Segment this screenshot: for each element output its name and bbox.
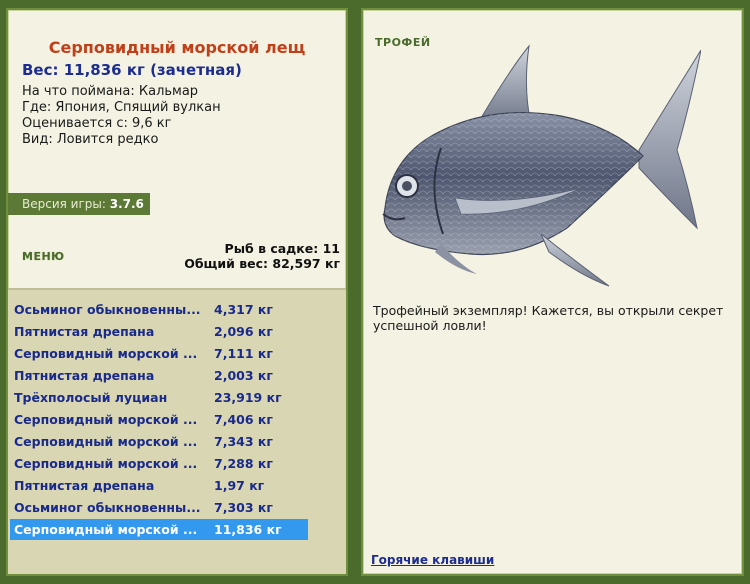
catch-fish-name: Серповидный морской ... [14, 346, 198, 361]
catch-fish-name: Пятнистая дрепана [14, 368, 155, 383]
catch-fish-weight: 7,343 кг [214, 434, 273, 449]
catch-row[interactable]: Пятнистая дрепана 1,97 кг [10, 475, 308, 496]
trophy-panel: ТРОФЕЙ Трофейный экземпляр! Кажется, вы … [361, 8, 744, 576]
catch-fish-weight: 23,919 кг [214, 390, 282, 405]
catch-fish-weight: 11,836 кг [214, 522, 282, 537]
catch-row[interactable]: Серповидный морской ... 7,343 кг [10, 431, 308, 452]
catch-row[interactable]: Осьминог обыкновенны... 7,303 кг [10, 497, 308, 518]
fish-valued-from: Оценивается с: 9,6 кг [22, 116, 172, 131]
catch-row[interactable]: Серповидный морской ... 11,836 кг [10, 519, 308, 540]
catch-row[interactable]: Осьминог обыкновенны... 4,317 кг [10, 299, 308, 320]
menu-button[interactable]: МЕНЮ [22, 250, 65, 263]
catch-list: Осьминог обыкновенны... 4,317 кг Пятнистая… [8, 288, 346, 574]
fish-info-panel: Серповидный морской лещ Вес: 11,836 кг (… [6, 8, 348, 576]
fish-count: Рыб в садке: 11 [224, 241, 340, 256]
fish-weight: Вес: 11,836 кг (зачетная) [22, 61, 242, 79]
hotkeys-link[interactable]: Горячие клавиши [371, 553, 494, 567]
catch-fish-weight: 7,406 кг [214, 412, 273, 427]
catch-fish-name: Осьминог обыкновенны... [14, 500, 201, 515]
trophy-description: Трофейный экземпляр! Кажется, вы открыли… [373, 303, 724, 333]
catch-fish-weight: 7,288 кг [214, 456, 273, 471]
catch-fish-name: Пятнистая дрепана [14, 478, 155, 493]
catch-row[interactable]: Пятнистая дрепана 2,003 кг [10, 365, 308, 386]
catch-fish-weight: 1,97 кг [214, 478, 265, 493]
catch-row[interactable]: Серповидный морской ... 7,288 кг [10, 453, 308, 474]
catch-fish-name: Осьминог обыкновенны... [14, 302, 201, 317]
fish-rarity: Вид: Ловится редко [22, 132, 159, 147]
catch-row[interactable]: Серповидный морской ... 7,111 кг [10, 343, 308, 364]
fish-title: Серповидный морской лещ [48, 38, 306, 57]
keepnet-stats: Рыб в садке: 11 Общий вес: 82,597 кг [184, 241, 340, 271]
catch-fish-weight: 2,003 кг [214, 368, 273, 383]
catch-row[interactable]: Трёхполосый луциан 23,919 кг [10, 387, 308, 408]
catch-fish-weight: 4,317 кг [214, 302, 273, 317]
catch-fish-name: Трёхполосый луциан [14, 390, 168, 405]
catch-fish-name: Серповидный морской ... [14, 434, 198, 449]
catch-row[interactable]: Серповидный морской ... 7,406 кг [10, 409, 308, 430]
catch-fish-name: Серповидный морской ... [14, 456, 198, 471]
catch-fish-weight: 7,111 кг [214, 346, 273, 361]
version-bar: Версия игры: 3.7.6 [8, 193, 150, 215]
version-label: Версия игры: [22, 197, 106, 211]
catch-fish-weight: 2,096 кг [214, 324, 273, 339]
catch-row[interactable]: Пятнистая дрепана 2,096 кг [10, 321, 308, 342]
catch-fish-name: Серповидный морской ... [14, 522, 198, 537]
fish-bait: На что поймана: Кальмар [22, 84, 199, 99]
fish-image [382, 44, 701, 287]
total-weight: Общий вес: 82,597 кг [184, 256, 340, 271]
catch-fish-weight: 7,303 кг [214, 500, 273, 515]
fish-location: Где: Япония, Спящий вулкан [22, 100, 221, 115]
version-value: 3.7.6 [109, 197, 144, 211]
catch-fish-name: Пятнистая дрепана [14, 324, 155, 339]
catch-fish-name: Серповидный морской ... [14, 412, 198, 427]
